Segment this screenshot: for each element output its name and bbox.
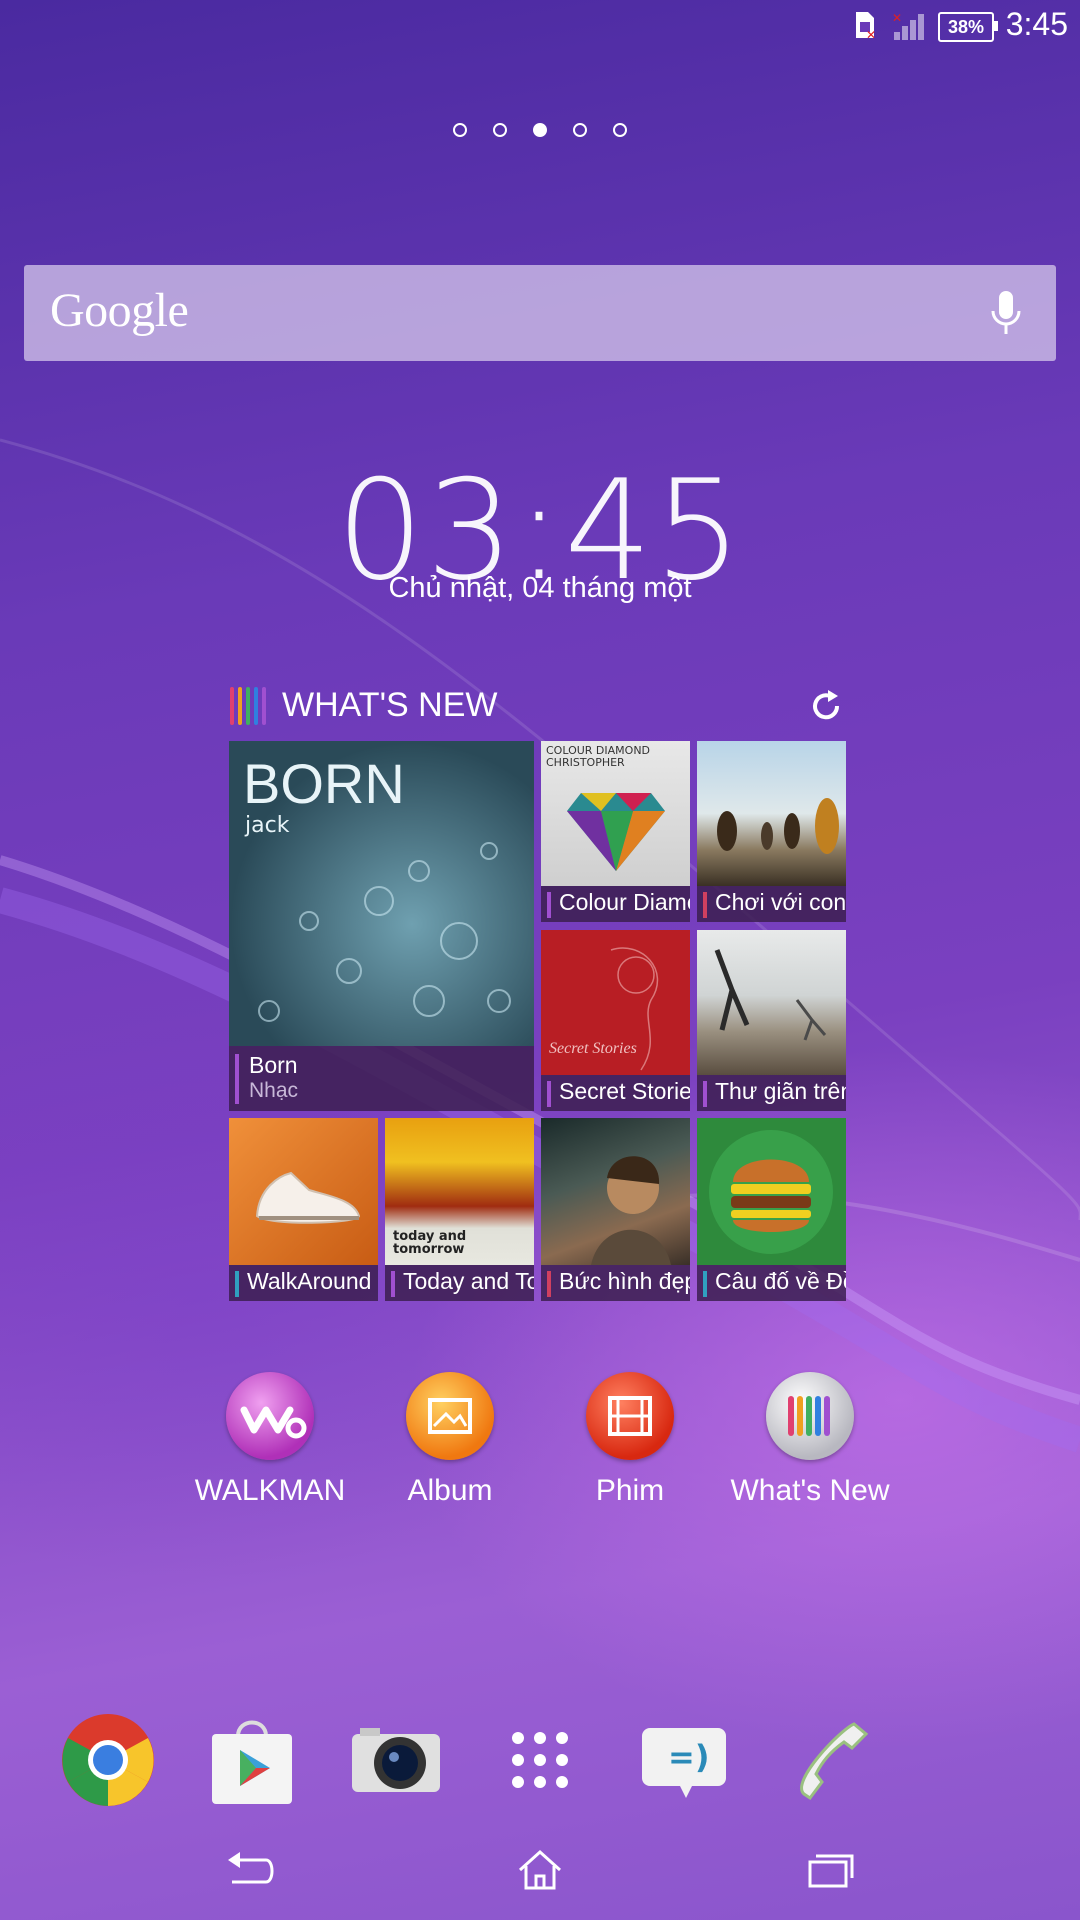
chrome-icon[interactable] (60, 1712, 156, 1808)
beach-cartwheel-photo (697, 930, 846, 1075)
page-indicator (0, 122, 1080, 141)
tile-title: Bức hình đẹp (559, 1268, 690, 1294)
born-album-art: BORN jack (229, 741, 534, 1046)
album-icon (406, 1372, 494, 1460)
app-whats-new[interactable]: What's New (715, 1372, 905, 1508)
secret-stories-art: Secret Stories (541, 930, 690, 1075)
refresh-icon[interactable] (808, 688, 844, 724)
google-logo: Google (50, 284, 189, 337)
svg-text:✕: ✕ (892, 12, 902, 25)
whats-new-tile-colour-diamond[interactable]: COLOUR DIAMOND CHRISTOPHER Colour Diamon… (541, 741, 690, 922)
app-walkman[interactable]: WALKMAN (175, 1372, 365, 1508)
born-art-artist: jack (245, 813, 290, 838)
tile-title: Câu đố về Đồ ăn (715, 1268, 846, 1294)
walkman-icon (226, 1372, 314, 1460)
home-icon[interactable] (512, 1848, 568, 1892)
tile-title: Today and Tomorrow (403, 1268, 534, 1294)
whats-new-title: WHAT'S NEW (282, 686, 498, 724)
app-label: What's New (730, 1474, 890, 1507)
burger-quiz-art (697, 1118, 846, 1265)
mic-icon[interactable] (986, 289, 1026, 339)
tile-title: Colour Diamond (559, 889, 690, 915)
svg-text:✕: ✕ (866, 28, 876, 40)
camera-icon[interactable] (348, 1712, 444, 1808)
today-and-tomorrow-art-text: today and tomorrow (393, 1229, 467, 1257)
app-label: Phim (595, 1474, 665, 1507)
clock-widget-date: Chủ nhật, 04 tháng một (388, 572, 692, 604)
play-store-icon[interactable] (204, 1712, 300, 1808)
battery-icon: 38% (938, 12, 998, 42)
svg-text:=): =) (668, 1738, 709, 1776)
signal-icon: ✕ (892, 12, 924, 40)
status-time: 3:45 (1005, 6, 1068, 42)
film-icon (586, 1372, 674, 1460)
beach-kids-photo (697, 741, 846, 886)
tile-title: Chơi với con (715, 889, 846, 915)
whats-new-tile-born[interactable]: BORN jack Born Nhạc (229, 741, 534, 1111)
back-icon[interactable] (222, 1848, 278, 1892)
tile-title: WalkAround (247, 1268, 372, 1294)
app-album[interactable]: Album (355, 1372, 545, 1508)
app-phim[interactable]: Phim (535, 1372, 725, 1508)
tile-title: Thư giãn trên bãi biển (715, 1078, 846, 1104)
whats-new-header[interactable]: WHAT'S NEW (230, 686, 498, 725)
whats-new-tile-thu-gian[interactable]: Thư giãn trên bãi biển (697, 930, 846, 1111)
whats-new-tile-buc-hinh-dep[interactable]: Bức hình đẹp (541, 1118, 690, 1301)
status-bar: ✕ ✕ 38% 3:45 (0, 0, 1080, 52)
whats-new-tile-secret-stories[interactable]: Secret Stories Secret Stories (541, 930, 690, 1111)
app-label: WALKMAN (194, 1474, 346, 1507)
tile-title: Born (249, 1052, 298, 1078)
phone-icon[interactable] (780, 1712, 876, 1808)
google-search-bar[interactable]: Google (24, 265, 1056, 361)
page-dot[interactable] (493, 123, 507, 137)
walkaround-shoe-art (229, 1118, 378, 1265)
whats-new-tile-today-and-tomorrow[interactable]: today and tomorrow Today and Tomorrow (385, 1118, 534, 1301)
messaging-icon[interactable]: =) (636, 1712, 732, 1808)
page-dot[interactable] (453, 123, 467, 137)
whats-new-tile-choi-voi-con[interactable]: Chơi với con (697, 741, 846, 922)
tile-subtitle: Nhạc (249, 1079, 299, 1102)
app-label: Album (407, 1474, 493, 1507)
colour-diamond-art: COLOUR DIAMOND CHRISTOPHER (541, 741, 690, 886)
page-dot-active[interactable] (533, 123, 547, 137)
whats-new-icon (766, 1372, 854, 1460)
whats-new-logo-icon (230, 686, 270, 725)
app-drawer-icon[interactable] (492, 1712, 588, 1808)
no-sim-icon: ✕ (856, 12, 876, 40)
tile-title: Secret Stories (559, 1078, 690, 1104)
whats-new-tile-cau-do[interactable]: Câu đố về Đồ ăn (697, 1118, 846, 1301)
secret-stories-art-text: Secret Stories (549, 1040, 637, 1057)
born-art-title: BORN (243, 752, 405, 815)
page-dot[interactable] (613, 123, 627, 137)
portrait-photo (541, 1118, 690, 1265)
whats-new-tile-walkaround[interactable]: WalkAround (229, 1118, 378, 1301)
today-and-tomorrow-art: today and tomorrow (385, 1118, 534, 1265)
page-dot[interactable] (573, 123, 587, 137)
recent-apps-icon[interactable] (802, 1848, 858, 1892)
